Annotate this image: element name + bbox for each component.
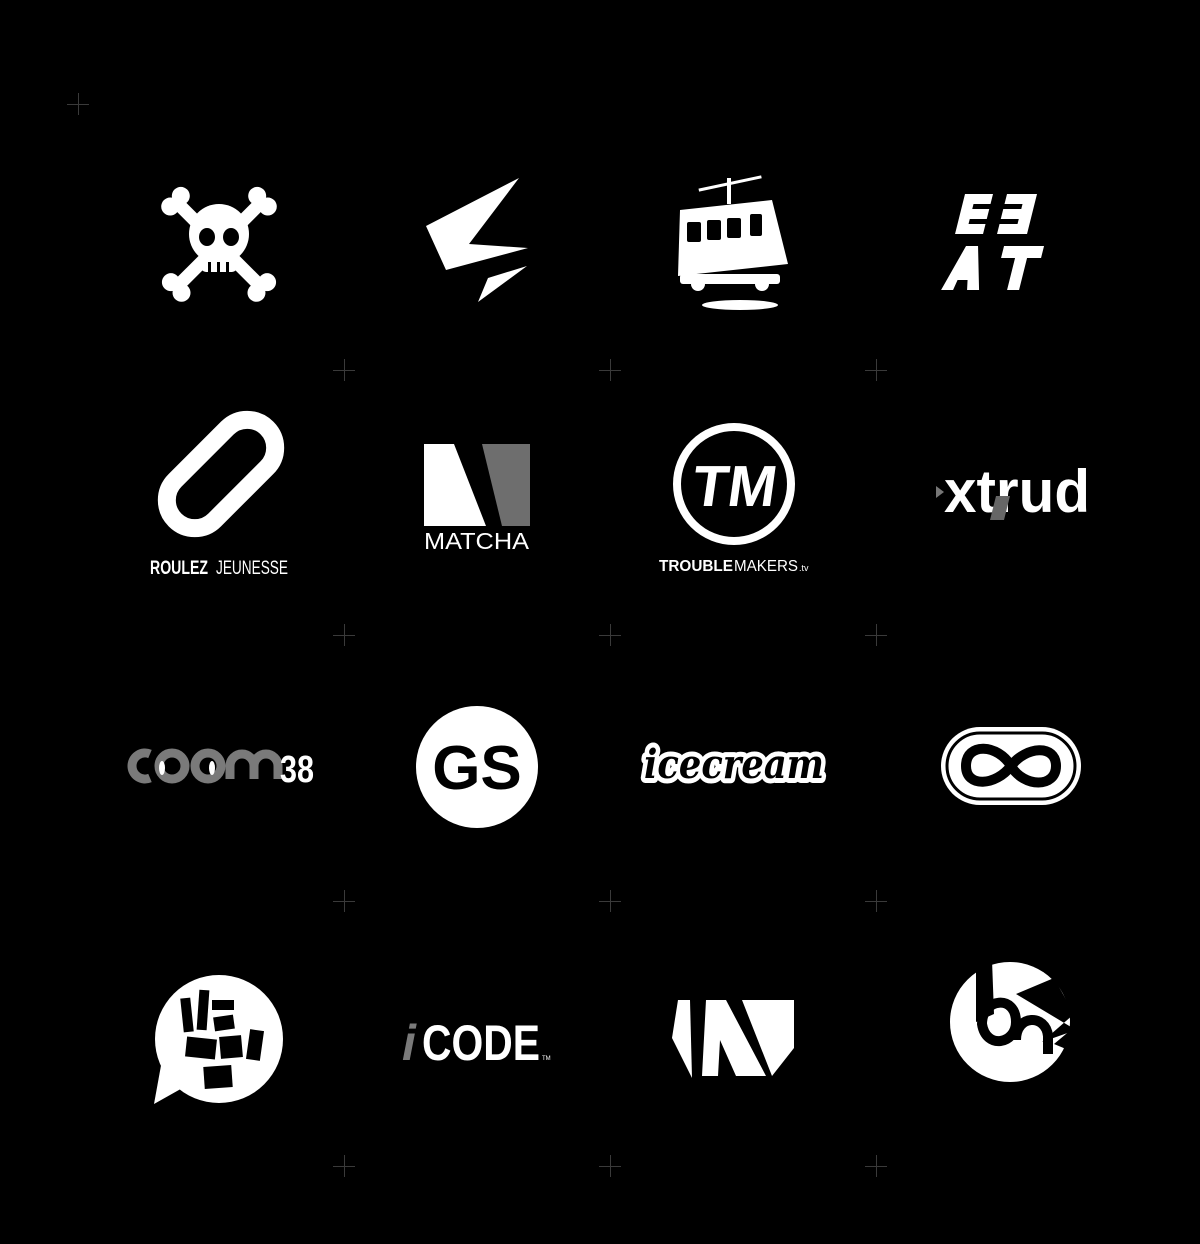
crosshair-mark: [599, 624, 621, 646]
jeunesse-text: JEUNESSE: [216, 558, 288, 579]
crosshair-mark: [599, 359, 621, 381]
crosshair-mark: [865, 624, 887, 646]
w-mark-logo: [670, 998, 800, 1082]
beat-logo: [941, 190, 1066, 290]
matcha-text: MATCHA: [424, 528, 530, 554]
ice-bean-logo: [152, 975, 288, 1106]
gs-monogram: GS: [432, 734, 522, 803]
skull-crossbones-logo: [160, 182, 278, 302]
roulez-text: ROULEZ: [150, 558, 208, 579]
icode-prefix: i: [402, 1015, 417, 1071]
icecream-text: icecream: [644, 741, 824, 788]
infinity-loop-logo: [938, 724, 1084, 808]
room38-number: 38: [280, 749, 314, 791]
icode-tm: TM: [542, 1056, 551, 1062]
crosshair-mark: [865, 1155, 887, 1177]
crosshair-mark: [333, 1155, 355, 1177]
crosshair-mark: [599, 1155, 621, 1177]
crosshair-mark: [333, 624, 355, 646]
crosshair-mark: [333, 890, 355, 912]
crosshair-mark: [599, 890, 621, 912]
crosshair-mark: [865, 890, 887, 912]
xtrud-text: xtrud: [944, 458, 1090, 525]
crosshair-mark: [67, 93, 89, 115]
makers-text: MAKERS: [734, 558, 798, 575]
tram-logo: [670, 172, 796, 312]
trouble-text: TROUBLE: [659, 558, 733, 575]
lightning-arrow-logo: [424, 178, 530, 304]
tv-suffix: .tv: [799, 563, 809, 573]
matcha-logo: MATCHA: [422, 442, 532, 554]
roulez-jeunesse-logo: ROULEZ JEUNESSE: [148, 410, 294, 580]
room38-logo: 38: [124, 744, 316, 791]
icecream-logo: icecream icecream: [636, 736, 832, 793]
troublemakers-logo: TM TROUBLE MAKERS .tv: [657, 421, 813, 575]
crosshair-mark: [865, 359, 887, 381]
icode-text: CODE: [422, 1015, 540, 1071]
crosshair-mark: [333, 359, 355, 381]
logo-sheet: ROULEZ JEUNESSE MATCHA TM TROUBLE MAKERS…: [0, 0, 1200, 1244]
gs-logo: GS: [414, 704, 540, 830]
tm-monogram: TM: [688, 454, 781, 519]
icode-logo: i CODE TM: [402, 1015, 554, 1071]
bm-circle-logo: [946, 958, 1078, 1084]
xtrud-logo: xtrud: [934, 456, 1092, 525]
